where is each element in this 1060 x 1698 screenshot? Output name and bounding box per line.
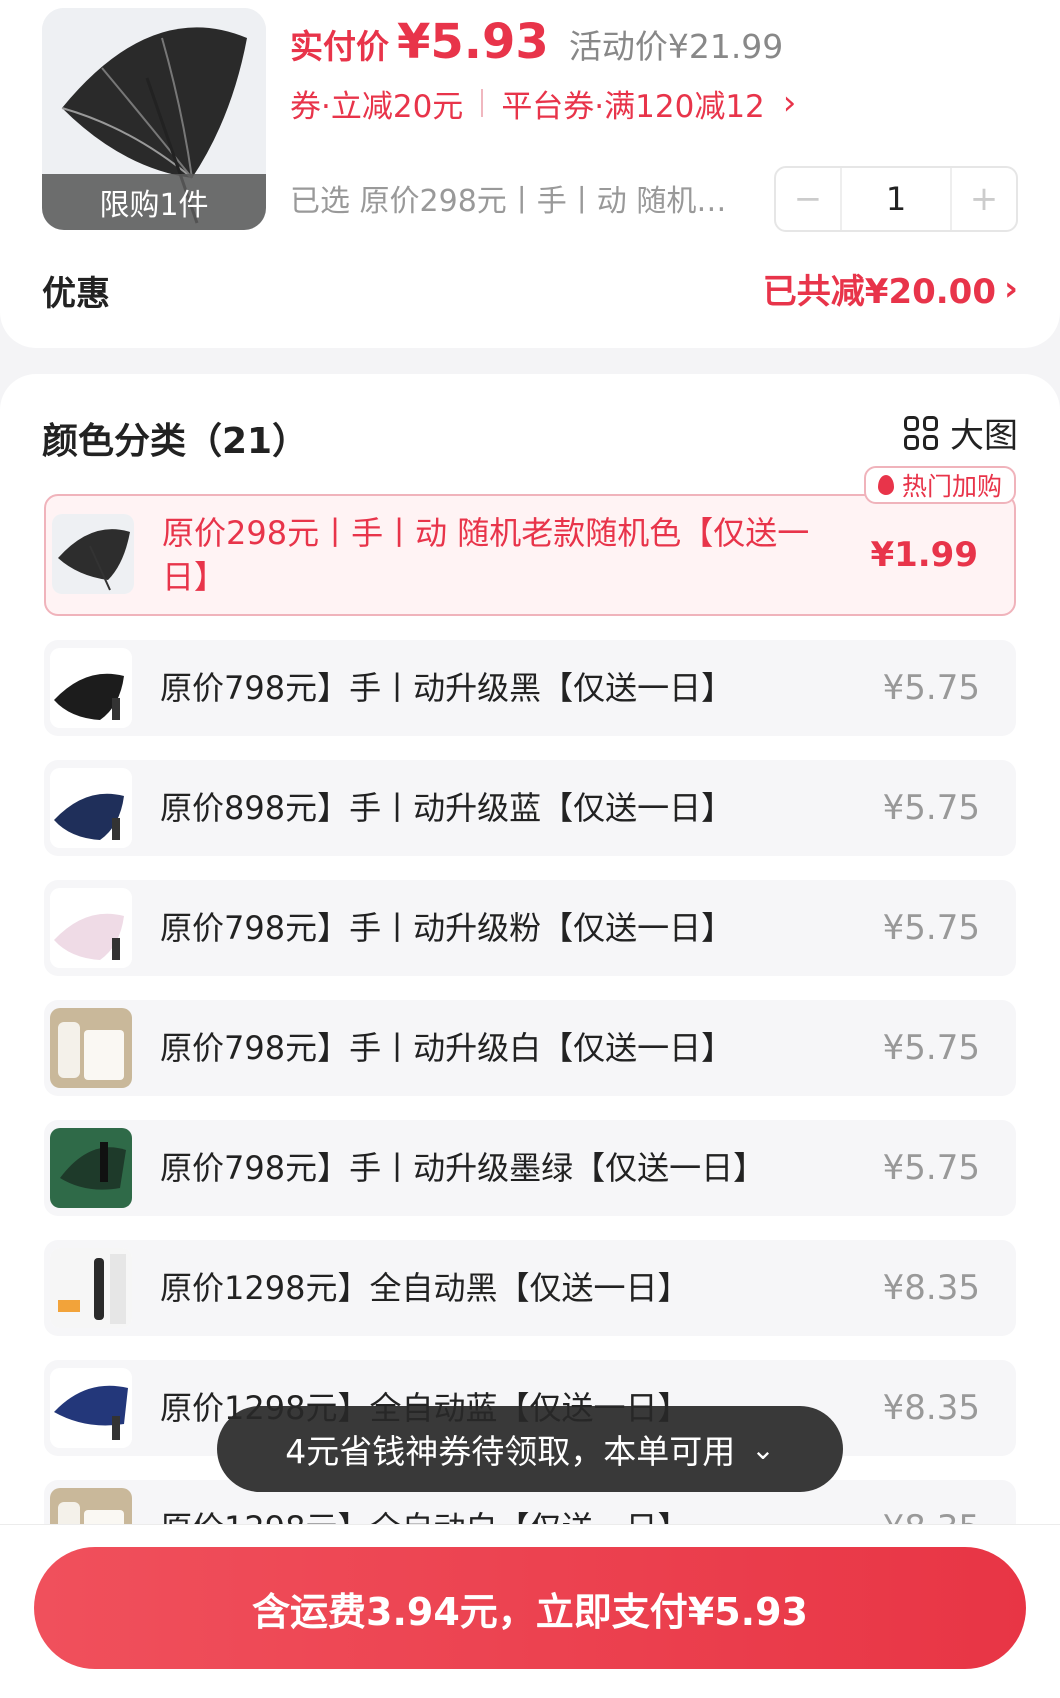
chevron-right-icon: › [782,83,797,123]
variant-thumbnail [50,1368,132,1448]
product-thumbnail[interactable]: 限购1件 [42,8,266,230]
coupon-toast-text: 4元省钱神券待领取，本单可用 [285,1432,736,1471]
selected-variant-text: 已选 原价298元丨手丨动 随机老款随机色【仅送一日】 [290,184,740,219]
variant-price: ¥8.35 [882,1388,980,1428]
variant-option[interactable]: 原价798元】手丨动升级黑【仅送一日】 ¥5.75 [44,640,1016,736]
variant-option[interactable]: 原价1298元】全自动黑【仅送一日】 ¥8.35 [44,1240,1016,1336]
variant-thumbnail [50,1008,132,1088]
variant-price: ¥5.75 [882,668,980,708]
price-row: 实付价 ¥5.93 活动价¥21.99 [290,14,783,74]
decrease-quantity-button[interactable]: − [776,168,840,230]
variant-selection-card: 颜色分类（21） 大图 热门加购 原价298元丨手丨动 随机老款随机色【仅送一日… [0,374,1060,1698]
coupon-divider [481,89,484,117]
variant-name: 原价898元】手丨动升级蓝【仅送一日】 [160,789,734,827]
actual-price-label: 实付价 [290,27,389,66]
variant-price: ¥5.75 [882,1028,980,1068]
purchase-limit-label: 限购1件 [42,174,266,230]
variant-price: ¥5.75 [882,908,980,948]
store-coupon: 券·立减20元 [290,88,464,125]
variant-price: ¥1.99 [870,535,978,575]
large-image-label: 大图 [950,416,1018,456]
variant-name: 原价798元】手丨动升级墨绿【仅送一日】 [160,1149,766,1187]
variant-thumbnail [50,768,132,848]
pay-now-button[interactable]: 含运费3.94元，立即支付¥5.93 [34,1547,1026,1669]
discount-label: 优惠 [42,274,110,314]
hot-add-badge: 热门加购 [863,466,1016,504]
variant-thumbnail [52,514,134,594]
discount-total-link[interactable]: 已共减¥20.00 › [763,264,1018,313]
variant-name: 原价798元】手丨动升级黑【仅送一日】 [160,669,734,707]
chevron-right-icon: › [1003,268,1018,309]
bottom-action-bar: 含运费3.94元，立即支付¥5.93 [0,1524,1060,1698]
grid-icon [904,415,938,450]
coupon-row[interactable]: 券·立减20元 平台券·满120减12 › [290,80,796,126]
variant-option[interactable]: 原价798元】手丨动升级白【仅送一日】 ¥5.75 [44,1000,1016,1096]
flame-icon [877,475,894,495]
variant-price: ¥5.75 [882,788,980,828]
variant-thumbnail [50,1248,132,1328]
variant-option[interactable]: 原价798元】手丨动升级墨绿【仅送一日】 ¥5.75 [44,1120,1016,1216]
variant-name: 原价1298元】全自动黑【仅送一日】 [160,1269,690,1307]
variant-thumbnail [50,888,132,968]
discount-total-value: 已共减¥20.00 [762,272,996,312]
actual-price-value: ¥5.93 [397,14,549,70]
variant-section-title: 颜色分类（21） [42,421,309,462]
chevron-down-icon: ⌄ [751,1432,775,1466]
variant-option-selected[interactable]: 热门加购 原价298元丨手丨动 随机老款随机色【仅送一日】 ¥1.99 [44,466,1016,616]
variant-name: 原价798元】手丨动升级粉【仅送一日】 [160,909,734,947]
variant-thumbnail [50,648,132,728]
quantity-value[interactable]: 1 [840,168,952,230]
variant-thumbnail [50,1128,132,1208]
variant-option[interactable]: 原价798元】手丨动升级粉【仅送一日】 ¥5.75 [44,880,1016,976]
increase-quantity-button[interactable]: + [952,168,1016,230]
variant-option[interactable]: 原价898元】手丨动升级蓝【仅送一日】 ¥5.75 [44,760,1016,856]
quantity-stepper: − 1 + [774,166,1018,232]
large-image-toggle[interactable]: 大图 [904,408,1018,457]
coupon-toast[interactable]: 4元省钱神券待领取，本单可用 ⌄ [217,1406,843,1492]
product-summary-card: 限购1件 实付价 ¥5.93 活动价¥21.99 券·立减20元 平台券·满12… [0,0,1060,348]
platform-coupon: 平台券·满120减12 [501,88,765,125]
variant-price: ¥8.35 [882,1268,980,1308]
hot-badge-label: 热门加购 [901,472,1002,501]
variant-name: 原价298元丨手丨动 随机老款随机色【仅送一日】 [162,514,810,596]
variant-price: ¥5.75 [882,1148,980,1188]
activity-price: 活动价¥21.99 [568,27,784,66]
variant-name: 原价798元】手丨动升级白【仅送一日】 [160,1029,734,1067]
